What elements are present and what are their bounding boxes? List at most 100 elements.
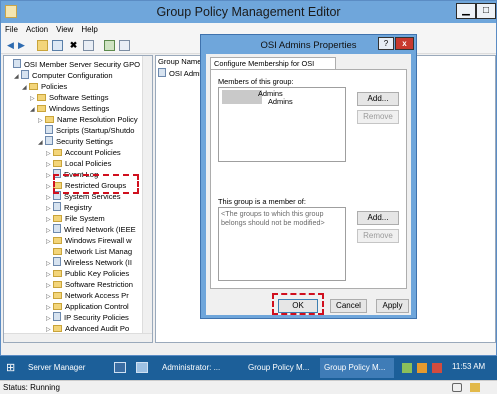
folder-icon bbox=[53, 325, 62, 332]
tree-item-label: Wired Network (IEEE bbox=[64, 225, 136, 234]
tree-item[interactable]: ▷ Public Key Policies bbox=[46, 268, 129, 279]
tree-item[interactable]: ▷ IP Security Policies bbox=[46, 312, 129, 323]
tree-item[interactable]: ▷ Wired Network (IEEE bbox=[46, 224, 136, 235]
memberof-remove-button[interactable]: Remove bbox=[357, 229, 399, 243]
tray-icon[interactable] bbox=[417, 363, 427, 373]
start-icon[interactable]: ⊞ bbox=[6, 362, 18, 374]
clock[interactable]: 11:53 AM bbox=[452, 362, 485, 371]
delete-icon[interactable]: ✖ bbox=[68, 40, 79, 51]
task-server-manager[interactable]: Server Manager bbox=[24, 358, 106, 378]
memberof-add-button[interactable]: Add... bbox=[357, 211, 399, 225]
up-folder-icon[interactable] bbox=[37, 40, 48, 51]
tree-item[interactable]: ▷ File System bbox=[46, 213, 105, 224]
members-add-button[interactable]: Add... bbox=[357, 92, 399, 106]
window-title: Group Policy Management Editor bbox=[156, 5, 341, 19]
tree-item[interactable]: ▷ Local Policies bbox=[46, 158, 111, 169]
properties-dialog: OSI Admins Properties ? x Configure Memb… bbox=[200, 34, 417, 319]
member-item[interactable]: Admins bbox=[268, 97, 293, 106]
menu-file[interactable]: File bbox=[1, 23, 22, 37]
tree-item[interactable]: ◢ Windows Settings bbox=[30, 103, 109, 114]
minimize-button[interactable]: ▁ bbox=[456, 3, 476, 19]
tree-item-label: Computer Configuration bbox=[32, 71, 113, 80]
tree-item-label: Public Key Policies bbox=[65, 269, 130, 278]
tree-item-label: OSI Member Server Security GPO [ADI bbox=[24, 60, 153, 69]
tree-item[interactable]: ▷ Software Restriction bbox=[46, 279, 133, 290]
title-bar: Group Policy Management Editor bbox=[1, 1, 496, 23]
menu-view[interactable]: View bbox=[52, 23, 77, 37]
collapse-arrow-icon[interactable]: ◢ bbox=[30, 105, 37, 116]
tree-item[interactable]: Network List Manag bbox=[46, 246, 132, 257]
help-icon[interactable] bbox=[104, 40, 115, 51]
cancel-button[interactable]: Cancel bbox=[330, 299, 367, 313]
menu-action[interactable]: Action bbox=[22, 23, 52, 37]
tab-configure-membership[interactable]: Configure Membership for OSI Admins bbox=[210, 57, 336, 79]
memberof-label: This group is a member of: bbox=[218, 197, 306, 206]
tree-item[interactable]: ▷ Network Access Pr bbox=[46, 290, 129, 301]
tree-item-label: Policies bbox=[41, 82, 68, 91]
task-administrator[interactable]: Administrator: ... bbox=[158, 358, 242, 378]
tree-item[interactable]: ▷ Registry bbox=[46, 202, 92, 213]
tree-item[interactable]: OSI Member Server Security GPO [ADI bbox=[6, 59, 153, 70]
column-header-group-name[interactable]: Group Name bbox=[158, 57, 201, 66]
tree-item[interactable]: ▷ Windows Firewall w bbox=[46, 235, 132, 246]
folder-icon bbox=[53, 215, 62, 222]
tree-item-label: IP Security Policies bbox=[64, 313, 129, 322]
menu-help[interactable]: Help bbox=[77, 23, 101, 37]
tree-item-label: Application Control bbox=[65, 302, 129, 311]
tree-item[interactable]: ▷ Wireless Network (II bbox=[46, 257, 132, 268]
status-text: Status: Running bbox=[3, 383, 60, 392]
group-row[interactable]: OSI Admi bbox=[158, 68, 201, 78]
tray-icon[interactable] bbox=[432, 363, 442, 373]
tree-item-label: Network Access Pr bbox=[65, 291, 129, 300]
tree-item[interactable]: ◢ Computer Configuration bbox=[14, 70, 113, 81]
tree-item[interactable]: ◢ Security Settings bbox=[38, 136, 113, 147]
group-row-label: OSI Admi bbox=[169, 69, 202, 78]
task-group-policy-1[interactable]: Group Policy M... bbox=[244, 358, 318, 378]
status-bar: Status: Running bbox=[0, 380, 497, 394]
tree-item-label: Software Settings bbox=[49, 93, 109, 102]
members-list[interactable]: Admins Admins bbox=[218, 87, 346, 162]
console-icon[interactable] bbox=[119, 40, 130, 51]
folder-icon bbox=[53, 281, 62, 288]
tree-item[interactable]: ▷ Software Settings bbox=[30, 92, 109, 103]
tree-item-label: Advanced Audit Po bbox=[65, 324, 130, 333]
tree-horizontal-scrollbar[interactable] bbox=[4, 333, 152, 342]
properties-icon[interactable] bbox=[83, 40, 94, 51]
collapse-arrow-icon[interactable]: ◢ bbox=[14, 72, 21, 83]
task-label: Server Manager bbox=[28, 363, 86, 372]
tree-item[interactable]: ▷ Account Policies bbox=[46, 147, 121, 158]
dialog-help-button[interactable]: ? bbox=[378, 37, 394, 50]
tree-item[interactable]: ▷ Name Resolution Policy bbox=[38, 114, 138, 125]
show-hide-tree-icon[interactable] bbox=[52, 40, 63, 51]
back-icon[interactable]: ◀ bbox=[5, 40, 16, 51]
policy-icon bbox=[13, 59, 21, 68]
memberof-list[interactable]: <The groups to which this group belongs … bbox=[218, 207, 346, 281]
powershell-icon[interactable] bbox=[114, 362, 126, 373]
folder-icon bbox=[53, 149, 62, 156]
maximize-button[interactable]: □ bbox=[476, 3, 496, 19]
collapse-arrow-icon[interactable]: ◢ bbox=[22, 83, 29, 94]
policy-icon bbox=[53, 312, 61, 321]
tree-item-label: Windows Firewall w bbox=[65, 236, 132, 245]
tree-item[interactable]: Scripts (Startup/Shutdo bbox=[38, 125, 135, 136]
tree-vertical-scrollbar[interactable] bbox=[142, 56, 152, 333]
tree-item-label: Security Settings bbox=[56, 137, 113, 146]
collapse-arrow-icon[interactable]: ◢ bbox=[38, 138, 45, 149]
folder-icon bbox=[29, 83, 38, 90]
dialog-body: Configure Membership for OSI Admins Memb… bbox=[206, 54, 411, 315]
task-label: Group Policy M... bbox=[324, 363, 386, 372]
forward-icon[interactable]: ▶ bbox=[16, 40, 27, 51]
members-remove-button[interactable]: Remove bbox=[357, 110, 399, 124]
task-group-policy-2[interactable]: Group Policy M... bbox=[320, 358, 394, 378]
tree-item[interactable]: ◢ Policies bbox=[22, 81, 67, 92]
tree-item-label: File System bbox=[65, 214, 105, 223]
policy-icon bbox=[21, 70, 29, 79]
dialog-close-button[interactable]: x bbox=[395, 37, 414, 50]
folder-icon bbox=[37, 94, 46, 101]
tree-item-label: Local Policies bbox=[65, 159, 112, 168]
tray-icon[interactable] bbox=[402, 363, 412, 373]
tree-item[interactable]: ▷ Application Control bbox=[46, 301, 129, 312]
folder-icon bbox=[53, 270, 62, 277]
explorer-icon[interactable] bbox=[136, 362, 148, 373]
apply-button[interactable]: Apply bbox=[376, 299, 409, 313]
